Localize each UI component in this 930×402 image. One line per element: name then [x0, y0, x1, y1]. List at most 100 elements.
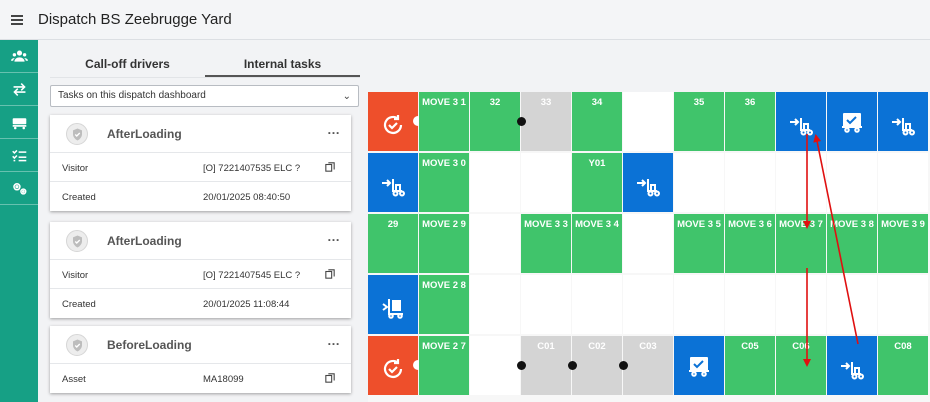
task-card-row-value: 20/01/2025 08:40:50	[203, 192, 291, 203]
task-filter-value: Tasks on this dispatch dashboard	[58, 90, 206, 101]
yard-cell[interactable]	[623, 214, 673, 273]
yard-cell-label: 34	[591, 97, 603, 108]
yard-cell[interactable]	[674, 336, 724, 395]
yard-cell[interactable]: 29	[368, 214, 418, 273]
sidebar-item-tasks[interactable]	[0, 139, 38, 172]
tab-internal-tasks[interactable]: Internal tasks	[205, 52, 360, 77]
chevron-down-icon: ⌄	[342, 91, 351, 102]
yard-cell[interactable]: C06	[776, 336, 826, 395]
sidebar-item-transfers[interactable]	[0, 73, 38, 106]
yard-cell[interactable]: C08	[878, 336, 928, 395]
yard-cell[interactable]: Y01	[572, 153, 622, 212]
yard-cell[interactable]	[623, 275, 673, 334]
yard-cell[interactable]	[368, 92, 423, 151]
yard-cell[interactable]	[827, 336, 877, 395]
yard-cell[interactable]	[470, 336, 520, 395]
yard-cell[interactable]	[470, 214, 520, 273]
yard-cell[interactable]	[470, 275, 520, 334]
copy-icon[interactable]	[325, 162, 335, 172]
task-card-title: AfterLoading	[107, 127, 182, 141]
yard-cell[interactable]: 35	[674, 92, 724, 151]
yard-cell[interactable]: MOVE 3 5	[674, 214, 724, 273]
yard-cell-label: MOVE 2 8	[422, 280, 466, 291]
yard-cell[interactable]: MOVE 3 8	[827, 214, 877, 273]
task-card[interactable]: BeforeLoading … Asset MA18099	[50, 326, 351, 393]
task-card-header: BeforeLoading…	[50, 326, 351, 364]
yard-cell[interactable]	[572, 275, 622, 334]
task-card[interactable]: AfterLoading … Visitor [O] 7221407545 ELC ?…	[50, 222, 351, 318]
sidebar-item-settings[interactable]	[0, 172, 38, 205]
yard-cell[interactable]: MOVE 2 9	[419, 214, 469, 273]
yard-cell[interactable]	[878, 275, 928, 334]
yard-cell[interactable]: MOVE 3 9	[878, 214, 928, 273]
yard-cell[interactable]: C03	[619, 336, 673, 395]
task-card-row: Visitor [O] 7221407545 ELC ?	[50, 260, 351, 289]
yard-cell-label: C06	[792, 341, 810, 352]
task-card-title: AfterLoading	[107, 234, 182, 248]
yard-cell[interactable]	[827, 275, 877, 334]
sidebar-item-drivers[interactable]	[0, 40, 38, 73]
copy-icon[interactable]	[325, 373, 335, 383]
hamburger-icon[interactable]	[11, 14, 23, 25]
yard-cell[interactable]: MOVE 3 7	[776, 214, 826, 273]
yard-cell[interactable]: MOVE 3 3	[521, 214, 571, 273]
shield-icon	[66, 334, 88, 356]
yard-cell-label: 33	[540, 97, 552, 108]
yard-cell[interactable]	[878, 153, 928, 212]
forklift-icon	[839, 356, 865, 382]
task-card-row-value: [O] 7221407545 ELC ?	[203, 270, 301, 281]
yard-cell[interactable]	[725, 153, 775, 212]
yard-cell[interactable]	[521, 153, 571, 212]
yard-cell[interactable]: MOVE 2 8	[419, 275, 469, 334]
tab-call-off-drivers[interactable]: Call-off drivers	[50, 52, 205, 77]
yard-cell[interactable]	[776, 275, 826, 334]
occupied-dot	[517, 361, 526, 370]
yard-cell[interactable]	[623, 92, 673, 151]
yard-cell-label: MOVE 2 9	[422, 219, 466, 230]
task-filter-select[interactable]: Tasks on this dispatch dashboard ⌄	[50, 85, 359, 107]
truck-icon	[12, 117, 26, 129]
yard-cell[interactable]	[776, 92, 826, 151]
yard-cell[interactable]: C05	[725, 336, 775, 395]
yard-cell[interactable]	[368, 275, 418, 334]
yard-cell[interactable]: 36	[725, 92, 775, 151]
forklift-icon	[380, 173, 406, 199]
task-card-header: AfterLoading …	[50, 115, 351, 153]
yard-cell[interactable]: C01	[517, 336, 571, 395]
gears-icon	[12, 182, 26, 195]
task-card-row: Created 20/01/2025 08:40:50	[50, 182, 351, 211]
yard-cell[interactable]	[521, 275, 571, 334]
task-card-row-label: Asset	[62, 374, 86, 385]
yard-cell[interactable]: MOVE 3 1	[419, 92, 469, 151]
yard-cell[interactable]: MOVE 2 7	[419, 336, 469, 395]
yard-cell[interactable]: 34	[572, 92, 622, 151]
yard-cell[interactable]	[827, 153, 877, 212]
yard-cell[interactable]	[623, 153, 673, 212]
yard-cell[interactable]	[470, 153, 520, 212]
yard-cell[interactable]	[776, 153, 826, 212]
users-icon	[10, 50, 28, 62]
more-options-icon[interactable]: …	[327, 122, 341, 137]
swap-arrows-icon	[12, 82, 26, 96]
task-card-row: Visitor [O] 7221407535 ELC ?	[50, 153, 351, 182]
yard-cell[interactable]: 32	[470, 92, 520, 151]
yard-cell[interactable]	[674, 275, 724, 334]
task-card[interactable]: AfterLoading … Visitor [O] 7221407535 ELC ?…	[50, 115, 351, 211]
yard-cell[interactable]	[368, 336, 423, 395]
yard-cell[interactable]: MOVE 3 6	[725, 214, 775, 273]
copy-icon[interactable]	[325, 269, 335, 279]
more-options-icon[interactable]: …	[327, 229, 341, 244]
yard-cell[interactable]: C02	[568, 336, 622, 395]
yard-cell[interactable]: MOVE 3 0	[419, 153, 469, 212]
task-card-row: Asset MA18099	[50, 364, 351, 393]
yard-cell[interactable]	[827, 92, 877, 151]
yard-cell[interactable]	[368, 153, 418, 212]
sidebar-item-trucks[interactable]	[0, 106, 38, 139]
yard-cell[interactable]	[674, 153, 724, 212]
yard-cell-label: 29	[387, 219, 399, 230]
more-options-icon[interactable]: …	[327, 333, 341, 348]
yard-cell[interactable]: 33	[517, 92, 571, 151]
yard-cell[interactable]: MOVE 3 4	[572, 214, 622, 273]
yard-cell[interactable]	[878, 92, 928, 151]
yard-cell[interactable]	[725, 275, 775, 334]
